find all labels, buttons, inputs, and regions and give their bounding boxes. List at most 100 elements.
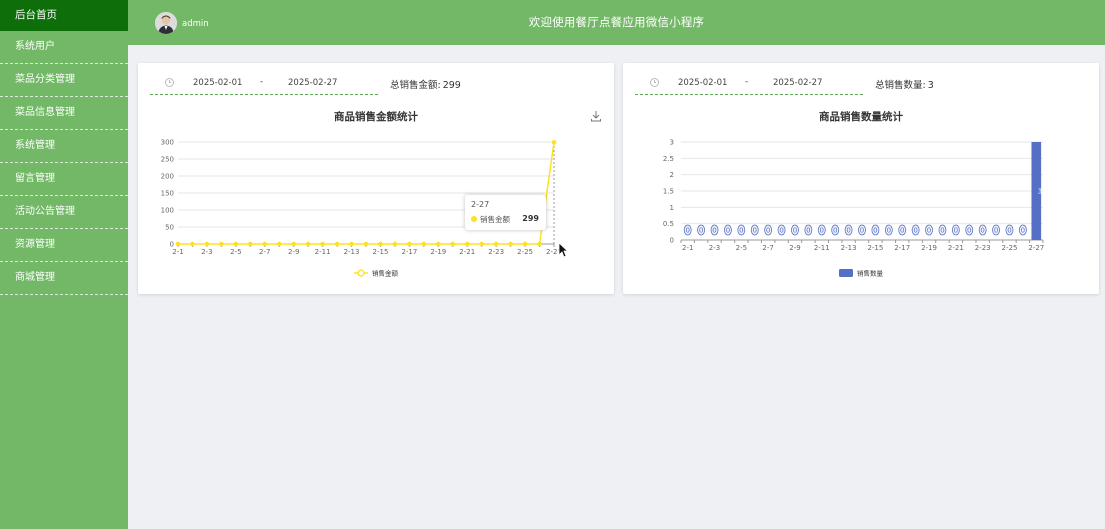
sidebar-item-system-management[interactable]: 系统管理 bbox=[0, 130, 128, 163]
x-tick-label: 2-13 bbox=[344, 248, 360, 256]
bar-value-label: 0 bbox=[860, 226, 864, 234]
bar-value-label: 0 bbox=[940, 226, 944, 234]
x-tick-label: 2-27 bbox=[1028, 244, 1044, 252]
y-tick-label: 1.5 bbox=[663, 188, 674, 196]
tooltip-title: 2-27 bbox=[471, 200, 490, 209]
bar-value-label: 0 bbox=[739, 226, 743, 234]
sidebar: 后台首页 系统用户 菜品分类管理 菜品信息管理 系统管理 留言管理 活动公告管理… bbox=[0, 0, 128, 529]
data-point bbox=[305, 241, 311, 247]
bar-value-label: 0 bbox=[1007, 226, 1011, 234]
x-tick-label: 2-21 bbox=[459, 248, 475, 256]
sidebar-item-home[interactable]: 后台首页 bbox=[0, 0, 128, 31]
x-tick-label: 2-21 bbox=[948, 244, 964, 252]
sidebar-item-announcements[interactable]: 活动公告管理 bbox=[0, 196, 128, 229]
y-tick-label: 3 bbox=[670, 139, 674, 147]
app-title: 欢迎使用餐厅点餐应用微信小程序 bbox=[528, 15, 705, 29]
bar-value-label: 0 bbox=[820, 226, 824, 234]
sales-amount-card: 2025-02-01 - 2025-02-27 总销售金额: 299 商品销售金额… bbox=[138, 63, 614, 294]
sidebar-item-dish-categories[interactable]: 菜品分类管理 bbox=[0, 64, 128, 97]
y-tick-label: 150 bbox=[161, 190, 174, 198]
x-tick-label: 2-17 bbox=[894, 244, 910, 252]
legend-marker bbox=[357, 269, 365, 277]
sidebar-item-dish-info[interactable]: 菜品信息管理 bbox=[0, 97, 128, 130]
y-tick-label: 50 bbox=[165, 224, 174, 232]
bar-value-label: 0 bbox=[753, 226, 757, 234]
data-point bbox=[407, 241, 412, 247]
x-tick-label: 2-11 bbox=[814, 244, 830, 252]
bar-value-label: 0 bbox=[685, 226, 689, 234]
y-tick-label: 200 bbox=[161, 173, 174, 181]
data-point bbox=[392, 241, 398, 247]
bar-value-label: 0 bbox=[1021, 226, 1025, 234]
data-point bbox=[248, 241, 253, 247]
bar-value-label: 0 bbox=[726, 226, 730, 234]
x-tick-label: 2-19 bbox=[430, 248, 446, 256]
bar-value-label: 0 bbox=[913, 226, 917, 234]
data-point bbox=[320, 241, 325, 247]
top-header: admin 欢迎使用餐厅点餐应用微信小程序 bbox=[128, 0, 1105, 45]
x-tick-label: 2-5 bbox=[230, 248, 241, 256]
data-point bbox=[262, 241, 268, 247]
data-point bbox=[175, 241, 181, 247]
data-point bbox=[378, 241, 383, 247]
bar-value-label: 0 bbox=[712, 226, 716, 234]
y-tick-label: 100 bbox=[161, 207, 174, 215]
data-point bbox=[291, 241, 296, 247]
data-point bbox=[464, 241, 470, 247]
bar-value-label: 0 bbox=[954, 226, 958, 234]
bar-value-label: 0 bbox=[793, 226, 797, 234]
data-point bbox=[219, 241, 224, 247]
legend-label: 销售金额 bbox=[372, 269, 399, 278]
data-point bbox=[233, 241, 239, 247]
y-tick-label: 300 bbox=[161, 139, 174, 147]
x-tick-label: 2-3 bbox=[201, 248, 212, 256]
data-point bbox=[334, 241, 340, 247]
data-point bbox=[551, 140, 557, 145]
x-tick-label: 2-25 bbox=[1002, 244, 1018, 252]
x-tick-label: 2-7 bbox=[259, 248, 270, 256]
data-point bbox=[363, 241, 369, 247]
data-point bbox=[508, 241, 513, 247]
bar-value-label: 0 bbox=[873, 226, 877, 234]
data-point bbox=[276, 241, 282, 247]
legend-label: 销售数量 bbox=[857, 269, 884, 278]
data-point bbox=[421, 241, 427, 247]
sales-quantity-bar-chart: 0 0.5 1 1.5 2 2.5 3 2-1 2-3 2-5 2-7 2-9 2-11 2-13 2-15… bbox=[663, 139, 1044, 278]
bar-value-label: 3 bbox=[1038, 188, 1042, 196]
y-tick-label: 2 bbox=[670, 171, 674, 179]
x-tick-label: 2-15 bbox=[373, 248, 389, 256]
bar-value-label: 0 bbox=[980, 226, 984, 234]
bar-value-label: 0 bbox=[833, 226, 837, 234]
data-point bbox=[537, 241, 542, 247]
y-tick-label: 0 bbox=[670, 237, 674, 245]
sidebar-item-messages[interactable]: 留言管理 bbox=[0, 163, 128, 196]
legend-marker bbox=[839, 269, 853, 277]
x-tick-label: 2-1 bbox=[682, 244, 693, 252]
data-point bbox=[436, 241, 441, 247]
tooltip-series-marker bbox=[471, 216, 477, 222]
sidebar-item-mall[interactable]: 商城管理 bbox=[0, 262, 128, 295]
y-tick-label: 250 bbox=[161, 156, 174, 164]
sidebar-item-resources[interactable]: 资源管理 bbox=[0, 229, 128, 262]
x-tick-label: 2-7 bbox=[762, 244, 773, 252]
x-tick-label: 2-1 bbox=[172, 248, 183, 256]
data-point bbox=[479, 241, 484, 247]
x-tick-label: 2-25 bbox=[517, 248, 533, 256]
bar-value-label: 0 bbox=[927, 226, 931, 234]
data-point bbox=[493, 241, 499, 247]
bar-value-label: 0 bbox=[994, 226, 998, 234]
x-tick-label: 2-9 bbox=[288, 248, 299, 256]
bar-value-label: 0 bbox=[806, 226, 810, 234]
sidebar-item-system-users[interactable]: 系统用户 bbox=[0, 31, 128, 64]
bar-value-label: 0 bbox=[887, 226, 891, 234]
bar-value-label: 0 bbox=[846, 226, 850, 234]
y-tick-label: 1 bbox=[670, 204, 674, 212]
x-tick-label: 2-15 bbox=[867, 244, 883, 252]
x-tick-label: 2-23 bbox=[975, 244, 991, 252]
x-tick-label: 2-19 bbox=[921, 244, 937, 252]
y-tick-label: 2.5 bbox=[663, 155, 674, 163]
sales-amount-line-chart: 0501001502002503002-1 2-3 2-5 2-7 2-9 2-11 2-1… bbox=[161, 139, 562, 278]
data-point bbox=[349, 241, 354, 247]
bar-value-label: 0 bbox=[967, 226, 971, 234]
data-point bbox=[522, 241, 528, 247]
